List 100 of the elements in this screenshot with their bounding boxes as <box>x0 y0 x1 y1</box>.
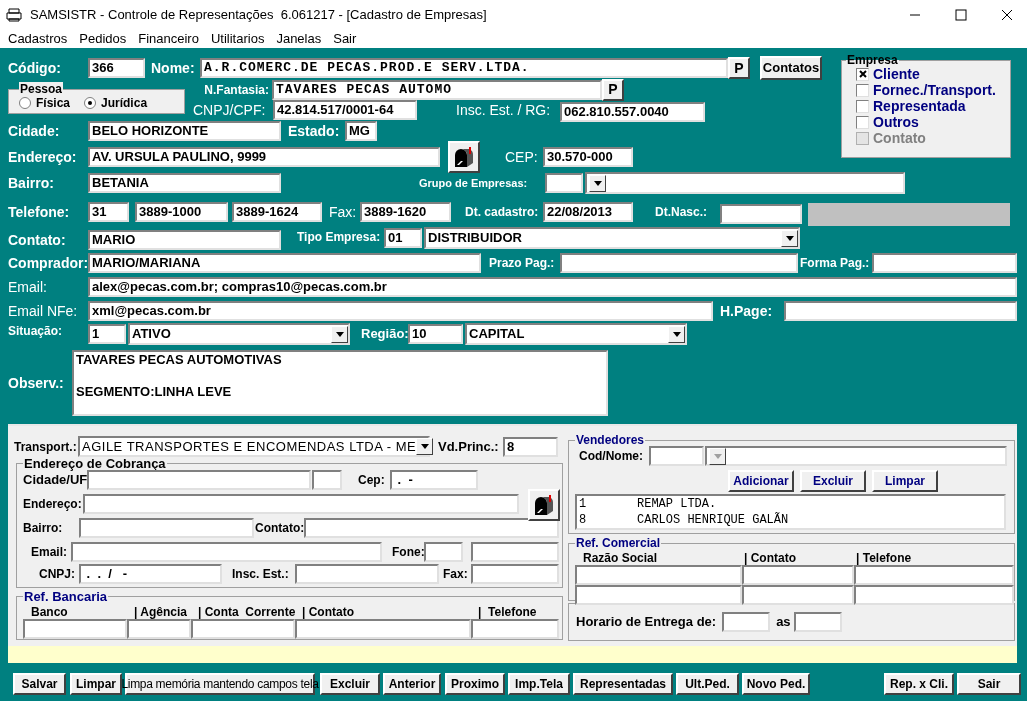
button[interactable]: Limpar <box>872 470 938 492</box>
text-field[interactable]: alex@pecas.com.br; compras10@pecas.com.br <box>88 277 1017 297</box>
button[interactable]: Adicionar <box>728 470 794 492</box>
text-field[interactable]: BELO HORIZONTE <box>88 121 281 141</box>
text-field[interactable] <box>649 446 704 466</box>
list-item[interactable]: 1 REMAP LTDA. <box>579 496 1004 512</box>
dropdown[interactable]: CAPITAL <box>465 323 687 345</box>
text-field[interactable]: 31 <box>88 202 129 222</box>
text-field[interactable]: TAVARES PECAS AUTOMO <box>272 79 602 100</box>
text-field[interactable]: MG <box>345 121 377 141</box>
text-field[interactable]: 3889-1620 <box>360 202 451 222</box>
button[interactable]: Sair <box>957 673 1021 695</box>
text-field[interactable] <box>87 470 311 490</box>
dropdown[interactable]: ATIVO <box>128 323 350 345</box>
text-field[interactable]: 30.570-000 <box>543 147 633 167</box>
menu-item[interactable]: Janelas <box>270 29 328 49</box>
text-field[interactable]: MARIO <box>88 230 281 250</box>
dropdown[interactable] <box>585 172 905 194</box>
button[interactable]: Ult.Ped. <box>676 673 739 695</box>
field-label: Bairro: <box>8 174 55 193</box>
radio-button[interactable] <box>84 97 97 109</box>
button[interactable]: Salvar <box>13 673 66 695</box>
text-field[interactable] <box>83 494 519 514</box>
text-field[interactable] <box>742 565 854 585</box>
contatos-button[interactable]: Contatos <box>760 56 822 80</box>
button[interactable]: Anterior <box>383 673 441 695</box>
text-field[interactable] <box>784 301 1017 321</box>
text-field[interactable]: 22/08/2013 <box>543 202 633 222</box>
text-field[interactable]: . - <box>390 470 478 490</box>
checkbox[interactable] <box>856 115 869 129</box>
text-field[interactable]: 366 <box>88 58 145 78</box>
text-field[interactable]: 42.814.517/0001-64 <box>273 100 417 120</box>
text-field[interactable] <box>471 564 559 584</box>
menu-item[interactable]: Pedidos <box>73 29 133 49</box>
text-field[interactable] <box>295 564 439 584</box>
text-field[interactable] <box>545 173 583 193</box>
text-field[interactable]: 01 <box>384 228 422 248</box>
button[interactable]: Rep. x Cli. <box>884 673 954 695</box>
maximize-icon[interactable] <box>955 9 967 21</box>
text-field[interactable] <box>71 542 382 562</box>
button[interactable]: Excluir <box>320 673 380 695</box>
field-label: Contato: <box>8 231 67 250</box>
text-field[interactable] <box>854 585 1014 605</box>
text-field[interactable]: 1 <box>88 324 126 344</box>
text-field[interactable]: MARIO/MARIANA <box>88 253 481 273</box>
lookup-button[interactable]: P <box>728 57 750 79</box>
text-field[interactable]: 3889-1000 <box>135 202 228 222</box>
list-box[interactable]: 1 REMAP LTDA. 8 CARLOS HENRIQUE GALÃN <box>575 494 1006 530</box>
text-field[interactable]: . . / - <box>79 564 222 584</box>
text-field[interactable]: A.R.COMERC.DE PECAS.PROD.E SERV.LTDA. <box>200 58 728 78</box>
lookup-button[interactable]: P <box>602 78 624 101</box>
text-field[interactable] <box>471 542 559 562</box>
text-field[interactable]: xml@pecas.com.br <box>88 301 713 321</box>
button[interactable]: Imp.Tela <box>508 673 570 695</box>
text-field[interactable]: 8 <box>503 436 558 457</box>
menu-item[interactable]: Financeiro <box>132 29 205 49</box>
text-field[interactable]: BETANIA <box>88 173 281 193</box>
text-field[interactable] <box>560 253 798 273</box>
text-field[interactable] <box>304 518 559 538</box>
menu-item[interactable]: Cadastros <box>2 29 74 49</box>
text-field[interactable]: 10 <box>408 324 463 344</box>
dropdown[interactable]: AGILE TRANSPORTES E ENCOMENDAS LTDA - ME <box>78 436 430 457</box>
text-field[interactable]: AV. URSULA PAULINO, 9999 <box>88 147 440 167</box>
button[interactable]: Excluir <box>800 470 866 492</box>
text-field[interactable] <box>575 585 742 605</box>
button[interactable]: Novo Ped. <box>742 673 810 695</box>
dropdown[interactable]: DISTRIBUIDOR <box>424 227 800 249</box>
text-field[interactable] <box>23 619 127 639</box>
text-field[interactable] <box>471 619 559 639</box>
menu-item[interactable]: Sair <box>327 29 363 49</box>
text-field[interactable]: 3889-1624 <box>232 202 322 222</box>
text-field[interactable] <box>312 470 342 490</box>
text-field[interactable] <box>742 585 854 605</box>
button[interactable]: Proximo <box>445 673 505 695</box>
text-field[interactable] <box>127 619 191 639</box>
text-field[interactable] <box>191 619 295 639</box>
text-field[interactable]: 062.810.557.0040 <box>560 102 705 122</box>
text-field[interactable] <box>794 612 843 632</box>
checkbox[interactable] <box>856 83 869 97</box>
text-field[interactable] <box>872 253 1017 273</box>
button[interactable]: Representadas <box>573 673 673 695</box>
text-field[interactable] <box>722 612 771 632</box>
radio-button[interactable] <box>19 97 31 109</box>
menu-item[interactable]: Utilitarios <box>204 29 271 49</box>
mailbox-icon <box>532 493 556 517</box>
text-area[interactable]: TAVARES PECAS AUTOMOTIVAS SEGMENTO:LINHA LEVE <box>72 350 608 416</box>
text-field[interactable] <box>720 204 802 224</box>
dropdown[interactable] <box>705 446 1007 466</box>
button[interactable]: Limpar <box>70 673 122 695</box>
text-field[interactable] <box>295 619 471 639</box>
text-field[interactable] <box>854 565 1014 585</box>
checkbox[interactable] <box>856 67 869 81</box>
text-field[interactable] <box>575 565 742 585</box>
mailbox-button[interactable] <box>448 141 480 173</box>
mailbox-button[interactable] <box>528 489 560 521</box>
checkbox[interactable] <box>856 99 869 113</box>
text-field[interactable] <box>79 518 254 538</box>
close-icon[interactable] <box>1001 9 1013 21</box>
text-field[interactable] <box>424 542 463 562</box>
list-item[interactable]: 8 CARLOS HENRIQUE GALÃN <box>579 512 1004 528</box>
